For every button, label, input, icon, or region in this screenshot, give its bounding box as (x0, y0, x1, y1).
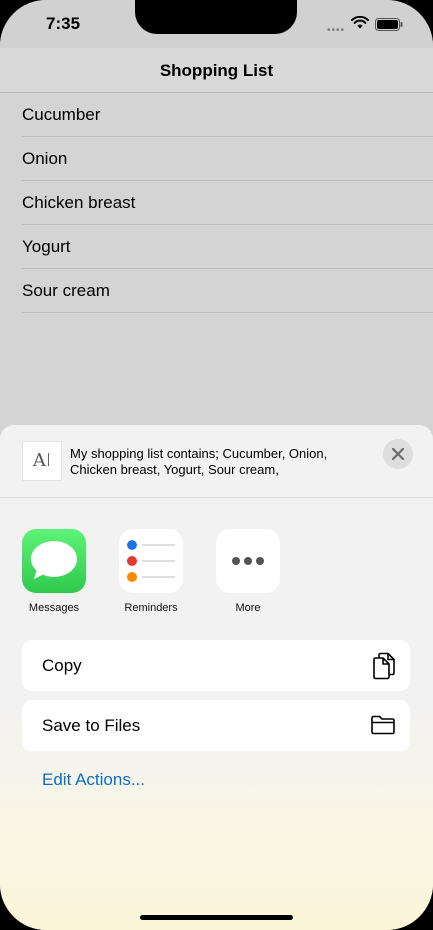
close-button[interactable] (383, 439, 413, 469)
page-title: Shopping List (159, 61, 274, 80)
status-bar: 7:35 •••• (0, 0, 433, 48)
more-icon (216, 529, 280, 593)
list-item[interactable]: Onion (22, 137, 433, 181)
share-preview-text: My shopping list contains; Cucumber, Oni… (70, 446, 328, 477)
battery-icon (375, 18, 403, 36)
reminders-icon (119, 529, 183, 593)
list-item[interactable]: Cucumber (22, 93, 433, 137)
folder-icon (370, 715, 396, 740)
shopping-list: Cucumber Onion Chicken breast Yogurt Sou… (0, 93, 433, 313)
messages-icon (22, 529, 86, 593)
copy-icon (372, 652, 396, 685)
list-item[interactable]: Yogurt (22, 225, 433, 269)
list-item[interactable]: Sour cream (22, 269, 433, 313)
home-indicator[interactable] (140, 915, 293, 920)
save-to-files-button[interactable]: Save to Files (22, 700, 410, 751)
list-item-label: Onion (22, 149, 68, 168)
phone-screen: 7:35 •••• Shopping List Cucumber Onion C… (0, 0, 433, 930)
share-app-reminders[interactable]: Reminders (116, 529, 186, 614)
app-label: More (235, 602, 261, 614)
text-document-icon: AI (22, 441, 62, 481)
cellular-signal-icon: •••• (327, 25, 346, 36)
app-label: Messages (28, 602, 80, 614)
status-time: 7:35 (46, 14, 81, 33)
edit-actions-link[interactable]: Edit Actions... (42, 770, 145, 790)
share-sheet: AI My shopping list contains; Cucumber, … (0, 425, 433, 930)
wifi-icon (351, 15, 369, 34)
copy-button[interactable]: Copy (22, 640, 410, 691)
share-app-messages[interactable]: Messages (19, 529, 89, 614)
share-app-more[interactable]: More (213, 529, 283, 614)
action-label: Copy (42, 656, 82, 675)
list-item-label: Sour cream (22, 281, 110, 300)
close-icon (392, 448, 404, 460)
action-label: Save to Files (42, 716, 141, 735)
app-label: Reminders (124, 602, 178, 614)
share-preview: AI My shopping list contains; Cucumber, … (0, 425, 433, 498)
list-item-label: Cucumber (22, 105, 101, 124)
list-item-label: Yogurt (22, 237, 71, 256)
navigation-bar: Shopping List (0, 48, 433, 93)
list-item-label: Chicken breast (22, 193, 136, 212)
list-item[interactable]: Chicken breast (22, 181, 433, 225)
notch (135, 0, 297, 34)
